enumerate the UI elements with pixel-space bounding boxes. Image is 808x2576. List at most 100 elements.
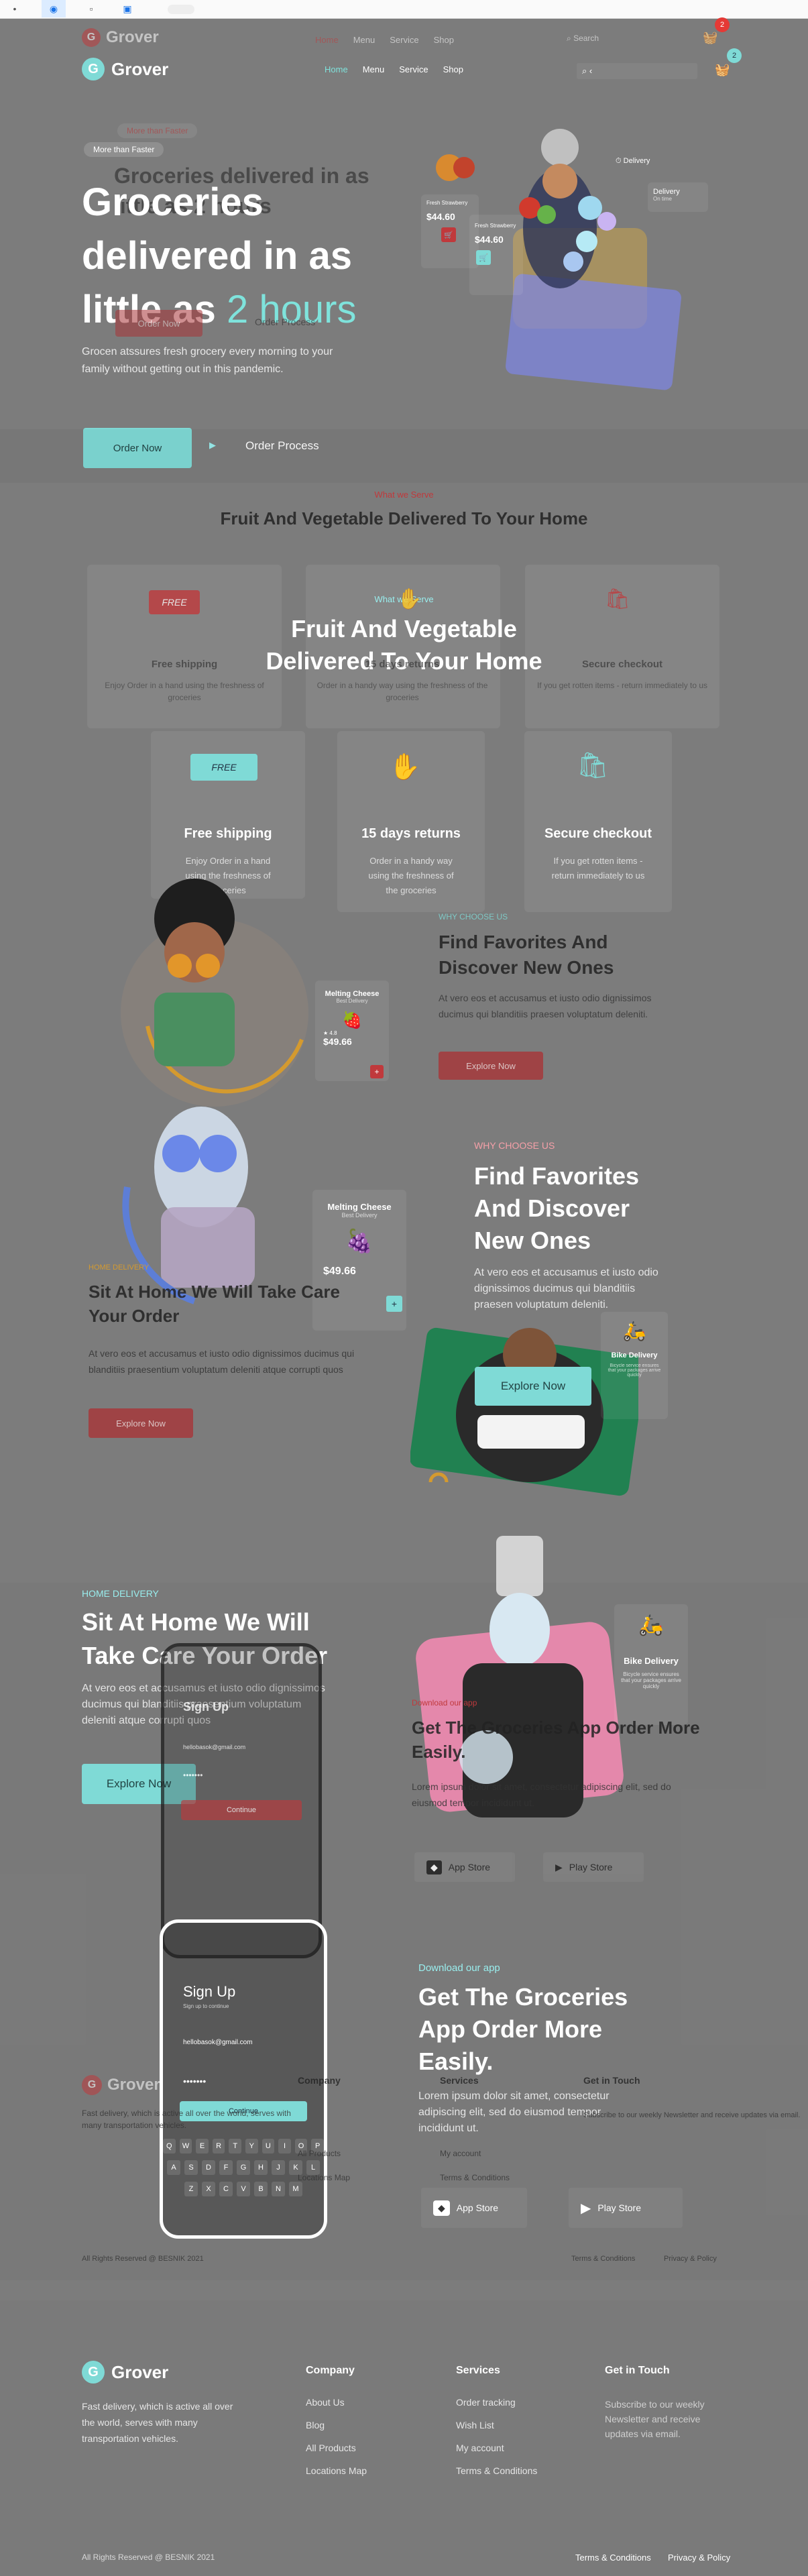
footer-company: Company About Us Blog All Products Locat… <box>306 2365 367 2476</box>
nav-home[interactable]: Home <box>325 64 348 74</box>
continue-button[interactable]: Continue <box>181 1800 302 1820</box>
ghost-link-products[interactable]: All Products <box>298 2149 341 2158</box>
footer-logo[interactable]: G Grover <box>82 2361 168 2384</box>
secure-checkout-icon: 🛍 <box>605 588 631 610</box>
nav-shop[interactable]: Shop <box>434 35 454 45</box>
play-store-button-ghost[interactable]: ▶ Play Store <box>543 1852 644 1882</box>
keyboard-key[interactable]: B <box>254 2182 268 2196</box>
favorites-eyebrow: WHY CHOOSE US <box>474 1140 555 1151</box>
ghost-company-title: Company <box>298 2075 341 2086</box>
search-input[interactable]: ⌕ ‹ <box>577 63 697 79</box>
ghost-link-account[interactable]: My account <box>440 2149 481 2158</box>
password-field[interactable]: ••••••• <box>183 1771 319 1780</box>
ghost-search[interactable]: ⌕ Search <box>567 34 599 44</box>
nav-service[interactable]: Service <box>399 64 428 74</box>
product-price: $44.60 <box>475 234 504 245</box>
nav-home[interactable]: Home <box>315 35 339 45</box>
keyboard-key[interactable]: T <box>229 2139 241 2153</box>
footer-link-wishlist[interactable]: Wish List <box>456 2420 537 2430</box>
ghost-contact-title: Get in Touch <box>583 2075 640 2086</box>
footer-services-title: Services <box>456 2365 500 2376</box>
logo-icon: G <box>82 58 105 80</box>
ghost-cart-icon[interactable]: 🧺 <box>703 31 717 45</box>
play-store-button[interactable]: ▶ Play Store <box>569 2188 683 2228</box>
keyboard-key[interactable]: U <box>262 2139 275 2153</box>
footer-link-locations[interactable]: Locations Map <box>306 2465 367 2476</box>
footer-link-blog[interactable]: Blog <box>306 2420 367 2430</box>
copyright: All Rights Reserved @ BESNIK 2021 <box>82 2553 215 2562</box>
bike-text: Bicycle service ensures that your packag… <box>621 1671 681 1689</box>
ghost-terms-link[interactable]: Terms & Conditions <box>571 2255 635 2263</box>
search-label: Search <box>573 34 599 43</box>
toolbar-toggle[interactable] <box>168 5 194 14</box>
keyboard-key[interactable]: X <box>202 2182 215 2196</box>
email-field[interactable]: hellobasok@gmail.com <box>183 1744 319 1750</box>
nav-menu[interactable]: Menu <box>363 64 385 74</box>
returns-icon: ✋ <box>397 588 422 610</box>
product-card-ghost[interactable]: Fresh Strawberry $44.60 🛒 <box>469 215 523 295</box>
nav-shop[interactable]: Shop <box>443 64 463 74</box>
favorites-title-line2: And Discover <box>474 1194 630 1222</box>
lock-icon[interactable]: ▫ <box>79 0 103 17</box>
app-store-button-ghost[interactable]: ◆ App Store <box>414 1852 515 1882</box>
cart-badge: 2 <box>715 17 730 32</box>
free-shipping-icon: FREE <box>149 590 200 614</box>
keyboard-key[interactable]: S <box>184 2160 198 2175</box>
app-title-ghost: Get The Groceries App Order More Easily. <box>412 1718 700 1762</box>
ghost-contact-text: Subscribe to our weekly Newsletter and r… <box>583 2111 801 2119</box>
logo-text: Grover <box>106 28 159 46</box>
logo[interactable]: G Grover <box>82 58 168 80</box>
logo-text: Grover <box>111 2361 169 2382</box>
add-to-cart-icon[interactable]: 🛒 <box>441 227 456 242</box>
terms-link[interactable]: Terms & Conditions <box>575 2553 651 2563</box>
keyboard-key[interactable]: A <box>167 2160 180 2175</box>
keyboard-key[interactable]: N <box>272 2182 285 2196</box>
footer-link-tracking[interactable]: Order tracking <box>456 2397 537 2408</box>
ghost-privacy-link[interactable]: Privacy & Policy <box>664 2255 717 2263</box>
footer-link-terms[interactable]: Terms & Conditions <box>456 2465 537 2476</box>
dot-icon[interactable]: • <box>3 0 27 17</box>
keyboard-key[interactable]: G <box>237 2160 250 2175</box>
ghost-link-locations[interactable]: Locations Map <box>298 2173 350 2182</box>
keyboard-key[interactable]: H <box>254 2160 268 2175</box>
ghost-order-button[interactable]: Order Now <box>115 310 203 337</box>
keyboard-key[interactable]: I <box>278 2139 291 2153</box>
keyboard-key[interactable]: R <box>212 2139 225 2153</box>
nav-service[interactable]: Service <box>390 35 418 45</box>
add-icon[interactable]: + <box>386 1296 402 1312</box>
app-store-button[interactable]: ◆ App Store <box>421 2188 527 2228</box>
keyboard-key[interactable]: W <box>179 2139 192 2153</box>
nav-menu[interactable]: Menu <box>353 35 376 45</box>
bike-title: Bike Delivery <box>611 1351 658 1359</box>
keyboard-key[interactable]: V <box>237 2182 250 2196</box>
keyboard-key[interactable]: C <box>219 2182 233 2196</box>
eye-icon[interactable]: ◉ <box>42 0 66 17</box>
add-icon[interactable]: + <box>370 1065 384 1078</box>
add-to-cart-icon[interactable]: 🛒 <box>476 250 491 265</box>
cart-icon[interactable]: 🧺 <box>715 63 730 77</box>
privacy-link[interactable]: Privacy & Policy <box>668 2553 730 2563</box>
explore-button-ghost[interactable]: Explore Now <box>439 1052 543 1080</box>
care-eyebrow-ghost: HOME DELIVERY <box>89 1264 150 1272</box>
keyboard-key[interactable]: M <box>289 2182 302 2196</box>
ghost-feature-text: Order in a handy way using the freshness… <box>316 681 488 702</box>
ghost-link-terms[interactable]: Terms & Conditions <box>440 2173 510 2182</box>
keyboard-key[interactable]: F <box>219 2160 233 2175</box>
keyboard-key[interactable]: Q <box>163 2139 176 2153</box>
ghost-order-process[interactable]: Order Process <box>255 317 315 327</box>
keyboard-key[interactable]: Z <box>184 2182 198 2196</box>
explore-now-button[interactable]: Explore Now <box>475 1367 591 1406</box>
apple-icon: ◆ <box>426 1860 442 1874</box>
keyboard-key[interactable]: Y <box>245 2139 258 2153</box>
keyboard-key[interactable]: J <box>272 2160 285 2175</box>
keyboard-key[interactable]: D <box>202 2160 215 2175</box>
footer-link-products[interactable]: All Products <box>306 2443 367 2453</box>
keyboard-key[interactable]: E <box>196 2139 209 2153</box>
explore-button-ghost[interactable]: Explore Now <box>89 1408 193 1438</box>
footer-link-about[interactable]: About Us <box>306 2397 367 2408</box>
logo-icon: G <box>82 2075 102 2095</box>
shield-icon[interactable]: ▣ <box>115 0 139 17</box>
email-field[interactable]: hellobasok@gmail.com <box>183 2039 324 2046</box>
favorites-title: Find Favorites And Discover New Ones <box>474 1160 695 1257</box>
footer-link-account[interactable]: My account <box>456 2443 537 2453</box>
